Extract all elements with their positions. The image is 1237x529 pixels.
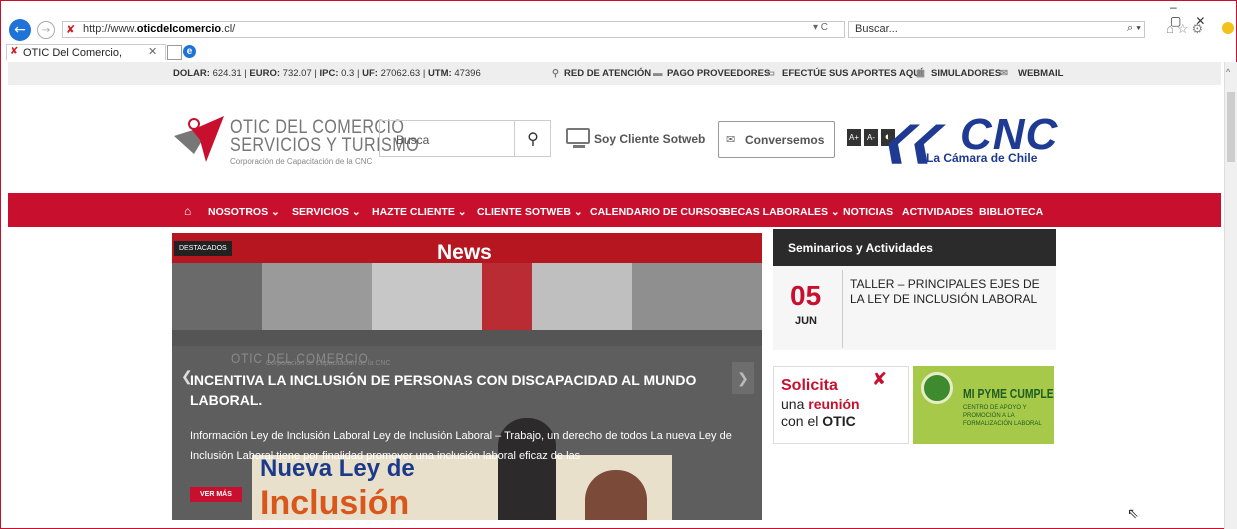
rate-value: 0.3 — [341, 68, 355, 79]
nav-servicios[interactable]: SERVICIOS ⌄ — [292, 206, 361, 218]
nav-biblioteca[interactable]: BIBLIOTECA — [979, 206, 1043, 218]
slide-description: Información Ley de Inclusión Laboral Ley… — [190, 430, 732, 462]
nav-actividades[interactable]: ACTIVIDADES — [902, 206, 973, 218]
font-decrease-button[interactable]: A- — [864, 129, 878, 146]
exchange-rates: DOLAR: 624.31 | EURO: 732.07 | IPC: 0.3 … — [173, 68, 481, 79]
search-icon[interactable]: ⌕ ▾ — [1127, 22, 1141, 35]
solicita-line2: una reunión — [781, 396, 860, 412]
url-domain: oticdelcomercio — [136, 23, 222, 35]
rate-label: DOLAR: — [173, 68, 210, 79]
nav-becas[interactable]: BECAS LABORALES ⌄ — [723, 206, 840, 218]
location-icon: ⚲ — [552, 68, 559, 79]
mail-icon: ✉ — [1000, 68, 1008, 79]
rate-value: 27062.63 — [380, 68, 421, 79]
scrollbar-thumb[interactable] — [1227, 92, 1235, 162]
browser-search-input[interactable]: Buscar... — [848, 21, 1145, 38]
url-suffix: .cl/ — [221, 23, 236, 35]
site-favicon-icon: ✘ — [66, 24, 76, 36]
link-simuladores[interactable]: SIMULADORES — [931, 68, 1001, 79]
solicita-line3: con el OTIC — [781, 413, 856, 429]
slide-person — [585, 470, 647, 520]
news-heading: News — [437, 241, 492, 264]
rate-label: EURO: — [249, 68, 281, 79]
link-pago-proveedores[interactable]: PAGO PROVEEDORES — [667, 68, 770, 79]
forward-button[interactable]: → — [37, 21, 55, 39]
address-bar[interactable]: http://www.oticdelcomercio.cl/ — [62, 21, 845, 38]
font-increase-button[interactable]: A+ — [847, 129, 861, 146]
toolbar-icons[interactable]: ⌂☆⚙ — [1166, 21, 1206, 37]
logo-tagline: Corporación de Capacitación de la CNC — [230, 157, 373, 166]
nav-calendario[interactable]: CALENDARIO DE CURSOS — [590, 206, 725, 218]
rate-value: 732.07 — [282, 68, 312, 79]
pyme-subtitle: CENTRO DE APOYO Y PROMOCIÓN A LA FORMALI… — [963, 405, 1042, 427]
banner-photo — [632, 263, 762, 330]
back-button[interactable]: ← — [9, 19, 31, 41]
conversemos-label: Conversemos — [745, 133, 825, 147]
event-divider — [842, 270, 843, 348]
nav-hazte-cliente[interactable]: HAZTE CLIENTE ⌄ — [372, 206, 467, 218]
ie-icon[interactable]: e — [183, 45, 196, 58]
card-icon: ▭ — [766, 68, 775, 79]
refresh-icon[interactable]: ▾ C — [813, 22, 828, 33]
site-search-placeholder: Busca — [396, 133, 430, 147]
solicita-line1: Solicita — [781, 377, 838, 394]
link-efectue-aportes[interactable]: EFECTÚE SUS APORTES AQUÍ — [782, 68, 923, 79]
nav-nosotros[interactable]: NOSOTROS ⌄ — [208, 206, 280, 218]
otic-mark-icon: ✘ — [872, 369, 888, 389]
rate-value: 624.31 — [212, 68, 242, 79]
rate-label: UTM: — [427, 68, 452, 79]
event-title[interactable]: TALLER – PRINCIPALES EJES DE LA LEY DE I… — [850, 277, 1050, 307]
tab-close-icon[interactable]: ✕ — [148, 45, 157, 58]
payment-icon: ▬ — [653, 68, 663, 79]
soy-cliente-link[interactable]: Soy Cliente Sotweb — [594, 132, 705, 146]
browser-tab[interactable]: OTIC Del Comercio, Servici... — [6, 44, 166, 75]
cnc-tagline: La Cámara de Chile — [926, 151, 1038, 165]
seminarios-title: Seminarios y Actividades — [788, 241, 933, 255]
pyme-emblem-icon — [921, 372, 953, 404]
new-tab-button[interactable] — [167, 45, 182, 60]
banner-photo — [532, 263, 632, 330]
monitor-stand — [573, 145, 585, 148]
solicita-bold: reunión — [808, 396, 860, 412]
event-day: 05 — [790, 280, 822, 311]
feedback-smiley-icon[interactable] — [1222, 22, 1234, 34]
destacados-badge[interactable]: DESTACADOS — [174, 241, 232, 256]
nav-cliente-sotweb[interactable]: CLIENTE SOTWEB ⌄ — [477, 206, 583, 218]
banner-photo — [172, 263, 262, 330]
rate-value: 47396 — [454, 68, 481, 79]
event-month: JUN — [795, 315, 818, 327]
banner-photo — [262, 263, 372, 330]
otic-logo-icon[interactable] — [172, 114, 227, 166]
rate-label: UF: — [362, 68, 378, 79]
link-webmail[interactable]: WEBMAIL — [1018, 68, 1063, 79]
mouse-cursor-icon: ⇖ — [1127, 505, 1139, 521]
site-search-button[interactable]: ⚲ — [514, 121, 551, 156]
monitor-icon — [566, 128, 590, 144]
tab-favicon-icon: ✘ — [10, 46, 19, 57]
chart-icon: ▦ — [916, 68, 925, 79]
search-icon: ⚲ — [527, 130, 539, 148]
nav-noticias[interactable]: NOTICIAS — [843, 206, 893, 218]
scroll-up-icon[interactable]: ^ — [1226, 67, 1230, 77]
banner-photo — [482, 263, 532, 330]
solicita-text: con el — [781, 413, 823, 429]
slide-watermark-tagline: Corporación de Capacitación de la CNC — [266, 360, 391, 367]
slide-sign-text: Inclusión — [260, 484, 410, 522]
pyme-title: MI PYME CUMPLE — [963, 386, 1054, 401]
rate-label: IPC: — [319, 68, 339, 79]
link-red-atencion[interactable]: RED DE ATENCIÓN — [564, 68, 651, 79]
home-icon[interactable]: ⌂ — [184, 204, 191, 218]
banner-photo — [372, 263, 482, 330]
solicita-bold: OTIC — [822, 413, 856, 429]
slide-title[interactable]: INCENTIVA LA INCLUSIÓN DE PERSONAS CON D… — [190, 370, 730, 410]
slider-next-button[interactable]: ❯ — [732, 362, 754, 394]
envelope-icon: ✉ — [726, 134, 736, 146]
url-prefix: http://www. — [83, 23, 137, 35]
solicita-text: una — [781, 396, 809, 412]
ver-mas-button[interactable]: VER MÁS — [190, 487, 242, 502]
